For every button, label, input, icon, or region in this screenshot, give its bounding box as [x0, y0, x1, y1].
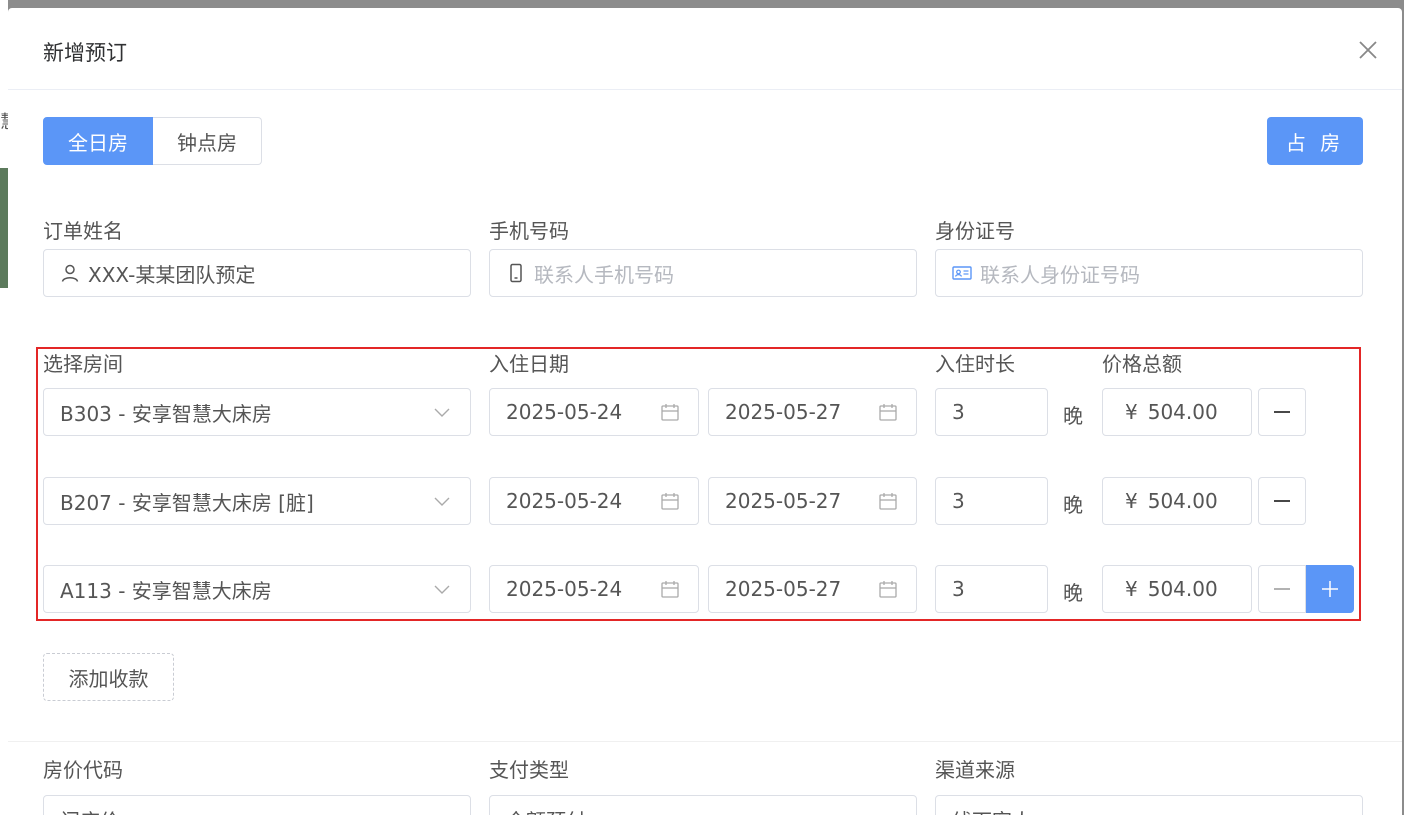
chevron-down-icon	[432, 579, 452, 599]
select-room-label: 选择房间	[43, 352, 123, 376]
id-number-label: 身份证号	[935, 219, 1015, 243]
price-input[interactable]: ¥ 504.00	[1102, 565, 1252, 613]
chevron-down-icon	[878, 809, 898, 815]
checkout-date-value: 2025-05-27	[725, 400, 842, 424]
order-name-input[interactable]: XXX-某某团队预定	[43, 249, 471, 297]
calendar-icon	[660, 579, 680, 599]
nights-value: 3	[952, 489, 965, 513]
remove-room-button[interactable]	[1258, 565, 1306, 613]
checkin-date-value: 2025-05-24	[506, 489, 623, 513]
close-button[interactable]	[1356, 38, 1380, 62]
mobile-icon	[506, 263, 526, 283]
order-name-label: 订单姓名	[43, 219, 123, 243]
close-icon	[1359, 41, 1377, 59]
night-unit: 晚	[1063, 581, 1083, 605]
stay-duration-label: 入住时长	[935, 352, 1015, 376]
room-select[interactable]: B207 - 安享智慧大床房 [脏]	[43, 477, 471, 525]
checkin-date-label: 入住日期	[489, 352, 569, 376]
backdrop-left: 慧	[0, 0, 8, 815]
channel-source-select[interactable]: 线下客人	[935, 795, 1363, 815]
calendar-icon	[878, 579, 898, 599]
backdrop-image	[0, 168, 8, 288]
price-value: 504.00	[1147, 577, 1218, 601]
checkin-date-picker[interactable]: 2025-05-24	[489, 388, 699, 436]
tab-full-day[interactable]: 全日房	[43, 117, 153, 165]
id-card-icon	[952, 263, 972, 283]
order-name-value: XXX-某某团队预定	[88, 262, 256, 287]
occupy-room-button[interactable]: 占 房	[1267, 117, 1363, 165]
checkin-date-value: 2025-05-24	[506, 400, 623, 424]
section-divider	[8, 741, 1402, 742]
minus-icon	[1274, 588, 1290, 590]
nights-value: 3	[952, 400, 965, 424]
calendar-icon	[660, 491, 680, 511]
nights-input[interactable]: 3	[935, 477, 1048, 525]
booking-dialog: 新增预订 全日房 钟点房 占 房 订单姓名 手机号码 身份证号 XXX-某某团队…	[8, 8, 1402, 815]
minus-icon	[1274, 411, 1290, 413]
dialog-header: 新增预订	[8, 8, 1402, 90]
calendar-icon	[878, 491, 898, 511]
rate-code-label: 房价代码	[43, 758, 123, 782]
phone-input[interactable]: 联系人手机号码	[489, 249, 917, 297]
payment-type-value: 全额预付	[490, 805, 878, 815]
room-select-value: B207 - 安享智慧大床房 [脏]	[60, 490, 314, 515]
room-select-value: B303 - 安享智慧大床房	[60, 401, 272, 426]
minus-icon	[1274, 500, 1290, 502]
checkout-date-picker[interactable]: 2025-05-27	[708, 565, 917, 613]
chevron-down-icon	[432, 809, 452, 815]
checkout-date-value: 2025-05-27	[725, 577, 842, 601]
user-icon	[60, 263, 80, 283]
checkout-date-picker[interactable]: 2025-05-27	[708, 477, 917, 525]
rate-code-select[interactable]: 门店价	[43, 795, 471, 815]
remove-room-button[interactable]	[1258, 388, 1306, 436]
room-stepper	[1258, 565, 1354, 613]
room-select-value: A113 - 安享智慧大床房	[60, 578, 272, 603]
nights-input[interactable]: 3	[935, 565, 1048, 613]
phone-placeholder: 联系人手机号码	[534, 262, 674, 287]
tab-hourly[interactable]: 钟点房	[153, 117, 262, 165]
checkin-date-picker[interactable]: 2025-05-24	[489, 565, 699, 613]
calendar-icon	[660, 402, 680, 422]
id-number-input[interactable]: 联系人身份证号码	[935, 249, 1363, 297]
checkout-date-picker[interactable]: 2025-05-27	[708, 388, 917, 436]
total-price-label: 价格总额	[1102, 352, 1182, 376]
currency-symbol: ¥	[1125, 577, 1138, 601]
room-select[interactable]: A113 - 安享智慧大床房	[43, 565, 471, 613]
payment-type-label: 支付类型	[489, 758, 569, 782]
room-type-tabs: 全日房 钟点房	[43, 117, 262, 165]
chevron-down-icon	[432, 402, 452, 422]
checkin-date-value: 2025-05-24	[506, 577, 623, 601]
calendar-icon	[878, 402, 898, 422]
room-select[interactable]: B303 - 安享智慧大床房	[43, 388, 471, 436]
payment-type-select[interactable]: 全额预付	[489, 795, 917, 815]
backdrop-glyph: 慧	[0, 108, 8, 134]
currency-symbol: ¥	[1125, 400, 1138, 424]
night-unit: 晚	[1063, 493, 1083, 517]
id-number-placeholder: 联系人身份证号码	[980, 262, 1140, 287]
price-input[interactable]: ¥ 504.00	[1102, 388, 1252, 436]
add-payment-button[interactable]: 添加收款	[43, 653, 174, 701]
remove-room-button[interactable]	[1258, 477, 1306, 525]
currency-symbol: ¥	[1125, 489, 1138, 513]
price-input[interactable]: ¥ 504.00	[1102, 477, 1252, 525]
add-room-button[interactable]	[1306, 565, 1354, 613]
dialog-title: 新增预订	[43, 41, 127, 65]
checkout-date-value: 2025-05-27	[725, 489, 842, 513]
price-value: 504.00	[1147, 400, 1218, 424]
chevron-down-icon	[432, 491, 452, 511]
phone-label: 手机号码	[489, 219, 569, 243]
checkin-date-picker[interactable]: 2025-05-24	[489, 477, 699, 525]
chevron-down-icon	[1324, 809, 1344, 815]
price-value: 504.00	[1147, 489, 1218, 513]
nights-value: 3	[952, 577, 965, 601]
plus-icon	[1322, 581, 1338, 597]
channel-source-value: 线下客人	[936, 805, 1324, 815]
channel-source-label: 渠道来源	[935, 758, 1015, 782]
nights-input[interactable]: 3	[935, 388, 1048, 436]
rate-code-value: 门店价	[44, 805, 432, 815]
night-unit: 晚	[1063, 404, 1083, 428]
